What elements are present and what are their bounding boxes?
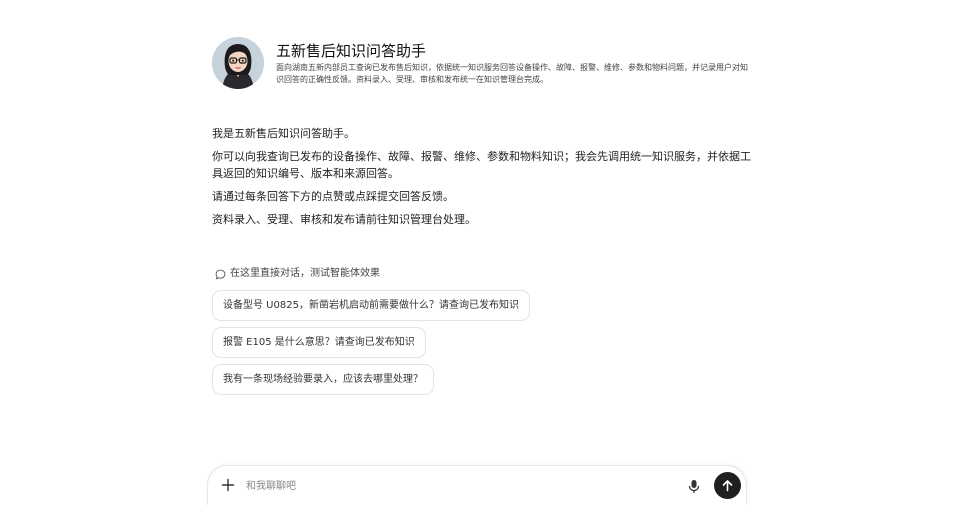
try-chat-hint: 在这里直接对话，测试智能体效果 — [215, 267, 380, 281]
chat-bubble-icon — [215, 269, 226, 280]
intro-line: 请通过每条回答下方的点赞或点踩提交回答反馈。 — [212, 190, 454, 203]
intro-line: 你可以向我查询已发布的设备操作、故障、报警、维修、参数和物料知识；我会先调用统一… — [212, 150, 751, 180]
assistant-description: 面向湖南五新内部员工查询已发布售后知识，依据统一知识服务回答设备操作、故障、报警… — [276, 63, 748, 84]
intro-line: 资料录入、受理、审核和发布请前往知识管理台处理。 — [212, 213, 476, 226]
suggestion-chip[interactable]: 设备型号 U0825，新凿岩机启动前需要做什么？请查询已发布知识 — [212, 290, 530, 321]
plus-icon[interactable] — [218, 475, 238, 495]
chat-page: 五新售后知识问答助手 面向湖南五新内部员工查询已发布售后知识，依据统一知识服务回… — [0, 0, 976, 505]
chat-composer — [207, 465, 747, 505]
hint-text: 在这里直接对话，测试智能体效果 — [230, 268, 380, 279]
suggestion-list: 设备型号 U0825，新凿岩机启动前需要做什么？请查询已发布知识 报警 E105… — [212, 290, 752, 401]
suggestion-chip[interactable]: 报警 E105 是什么意思？请查询已发布知识 — [212, 327, 426, 358]
microphone-icon[interactable] — [685, 476, 703, 496]
chat-input[interactable] — [246, 476, 666, 496]
suggestion-chip[interactable]: 我有一条现场经验要录入，应该去哪里处理？ — [212, 364, 434, 395]
send-button[interactable] — [714, 472, 741, 499]
intro-line: 我是五新售后知识问答助手。 — [212, 127, 355, 140]
arrow-up-icon — [722, 480, 733, 492]
intro-message: 我是五新售后知识问答助手。 你可以向我查询已发布的设备操作、故障、报警、维修、参… — [212, 125, 752, 234]
assistant-name: 五新售后知识问答助手 — [276, 42, 427, 60]
assistant-header: 五新售后知识问答助手 面向湖南五新内部员工查询已发布售后知识，依据统一知识服务回… — [212, 37, 752, 93]
avatar-icon — [212, 37, 264, 89]
